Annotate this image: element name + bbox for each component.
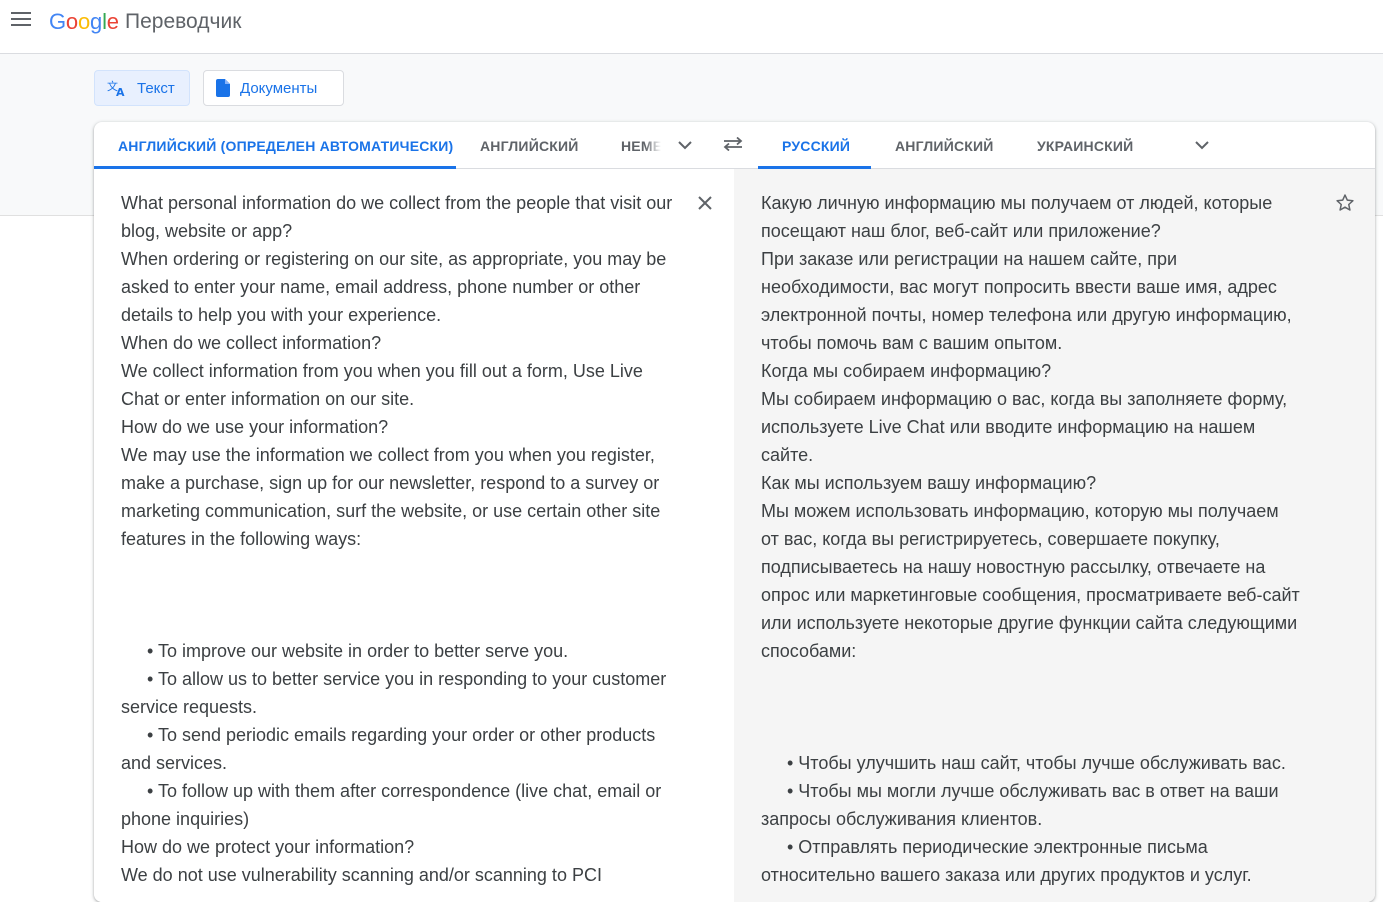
text-line: asked to enter your name, email address,… [121, 277, 641, 297]
text-line: phone inquiries) [121, 809, 250, 829]
documents-mode-button[interactable]: Документы [203, 70, 344, 106]
text-line: используете Live Chat или вводите информ… [761, 417, 1256, 437]
text-line: We do not use vulnerability scanning and… [121, 865, 602, 885]
target-lang-tab-label: УКРАИНСКИЙ [1037, 137, 1134, 154]
logo-letter: e [106, 9, 119, 34]
documents-mode-label: Документы [240, 79, 318, 97]
text-line: Когда мы собираем информацию? [761, 361, 1052, 381]
source-text-area[interactable]: What personal information do we collect … [94, 169, 734, 902]
main-menu-button[interactable] [8, 8, 34, 34]
text-line: способами: [761, 641, 857, 661]
bullet-line: • To improve our website in order to bet… [147, 641, 569, 661]
text-line: При заказе или регистрации на нашем сайт… [761, 249, 1178, 269]
translation-output: Какую личную информацию мы получаем от л… [734, 169, 1375, 902]
text-line: Мы можем использовать информацию, котору… [761, 501, 1279, 521]
text-line: посещают наш блог, веб-сайт или приложен… [761, 221, 1161, 241]
document-icon [216, 79, 230, 97]
text-line: опрос или маркетинговые сообщения, просм… [761, 585, 1300, 605]
text-line: marketing communication, surf the websit… [121, 501, 661, 521]
logo-letter: g [90, 9, 103, 34]
svg-text:A: A [116, 86, 125, 97]
bullet-line: • Отправлять периодические электронные п… [787, 837, 1208, 857]
text-line: make a purchase, sign up for our newslet… [121, 473, 660, 493]
text-line: Мы собираем информацию о вас, когда вы з… [761, 389, 1288, 409]
target-lang-tab-label: РУССКИЙ [782, 137, 851, 154]
chevron-down-icon [678, 137, 692, 155]
text-line: We collect information from you when you… [121, 361, 643, 381]
text-line: необходимости, вас могут попросить ввест… [761, 277, 1277, 297]
text-line: service requests. [121, 697, 258, 717]
hamburger-menu-icon [11, 11, 31, 31]
text-line: запросы обслуживания клиентов. [761, 809, 1043, 829]
source-lang-tab-label: НЕМЕ [621, 137, 661, 154]
close-icon [698, 195, 712, 215]
source-lang-tab-detected[interactable]: АНГЛИЙСКИЙ (ОПРЕДЕЛЕН АВТОМАТИЧЕСКИ) [94, 122, 456, 169]
clear-source-button[interactable] [692, 192, 718, 218]
logo-letter: o [77, 9, 91, 34]
text-mode-label: Текст [137, 79, 175, 97]
text-line: чтобы помочь вам с вашим опытом. [761, 333, 1063, 353]
text-line: and services. [121, 753, 228, 773]
text-line: When ordering or registering on our site… [121, 249, 667, 269]
bullet-line: • Чтобы мы могли лучше обслуживать вас в… [787, 781, 1279, 801]
swap-languages-icon [723, 136, 743, 156]
text-line: features in the following ways: [121, 529, 362, 549]
text-line: How do we protect your information? [121, 837, 415, 857]
text-line: Какую личную информацию мы получаем от л… [761, 193, 1273, 213]
bullet-line: • To follow up with them after correspon… [147, 781, 662, 801]
google-logo[interactable]: Google [49, 9, 119, 35]
translate-icon: 文 A [107, 79, 127, 97]
save-translation-button[interactable] [1331, 191, 1359, 219]
text-line: How do we use your information? [121, 417, 389, 437]
translated-text: Какую личную информацию мы получаем от л… [761, 189, 1321, 889]
source-lang-tab-german[interactable]: НЕМЕ [621, 122, 661, 169]
text-line: We may use the information we collect fr… [121, 445, 655, 465]
bullet-line: • Чтобы улучшить наш сайт, чтобы лучше о… [787, 753, 1286, 773]
source-text[interactable]: What personal information do we collect … [121, 189, 691, 889]
translation-card: АНГЛИЙСКИЙ (ОПРЕДЕЛЕН АВТОМАТИЧЕСКИ) АНГ… [94, 122, 1375, 902]
source-more-languages-button[interactable] [672, 133, 698, 159]
logo-letter: G [49, 9, 66, 34]
target-lang-tab-russian[interactable]: РУССКИЙ [758, 122, 871, 169]
star-icon [1335, 193, 1355, 218]
logo-letter: o [65, 9, 78, 34]
bullet-line: • To send periodic emails regarding your… [147, 725, 656, 745]
source-lang-tab-english[interactable]: АНГЛИЙСКИЙ [480, 122, 590, 169]
text-line: details to help you with your experience… [121, 305, 442, 325]
text-line: подписываетесь на нашу новостную рассылк… [761, 557, 1266, 577]
text-mode-button[interactable]: 文 A Текст [94, 70, 190, 106]
text-line: Как мы используем вашу информацию? [761, 473, 1097, 493]
text-line: от вас, когда вы регистрируетесь, соверш… [761, 529, 1220, 549]
target-lang-tab-english[interactable]: АНГЛИЙСКИЙ [895, 122, 1005, 169]
text-line: When do we collect information? [121, 333, 382, 353]
text-line: What personal information do we collect … [121, 193, 673, 213]
chevron-down-icon [1195, 137, 1209, 155]
text-line: относительно вашего заказа или других пр… [761, 865, 1252, 885]
source-lang-tab-label: АНГЛИЙСКИЙ (ОПРЕДЕЛЕН АВТОМАТИЧЕСКИ) [118, 137, 454, 154]
target-more-languages-button[interactable] [1189, 133, 1215, 159]
text-line: электронной почты, номер телефона или др… [761, 305, 1292, 325]
product-name: Переводчик [125, 10, 242, 33]
swap-languages-button[interactable] [720, 133, 746, 159]
language-bar: АНГЛИЙСКИЙ (ОПРЕДЕЛЕН АВТОМАТИЧЕСКИ) АНГ… [94, 122, 1375, 169]
source-lang-tab-label: АНГЛИЙСКИЙ [480, 137, 579, 154]
target-lang-tab-ukrainian[interactable]: УКРАИНСКИЙ [1037, 122, 1157, 169]
target-lang-tab-label: АНГЛИЙСКИЙ [895, 137, 994, 154]
app-header: Google Переводчик [0, 0, 1383, 54]
bullet-line: • To allow us to better service you in r… [147, 669, 667, 689]
text-line: сайте. [761, 445, 814, 465]
text-line: или используете некоторые другие функции… [761, 613, 1298, 633]
text-line: blog, website or app? [121, 221, 293, 241]
text-line: Chat or enter information on our site. [121, 389, 415, 409]
